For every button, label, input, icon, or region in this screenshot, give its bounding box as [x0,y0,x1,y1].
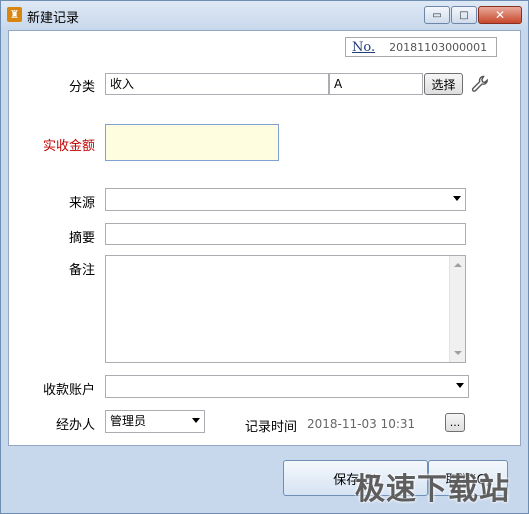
record-number-value: 20181103000001 [389,40,488,54]
amount-input[interactable] [105,124,279,161]
category-label: 分类 [68,80,95,95]
select-category-button[interactable]: 选择 [424,73,463,95]
chevron-down-icon [453,196,461,201]
handler-label: 经办人 [55,418,95,433]
title-bar[interactable]: ♜ 新建记录 ▭ □ ✕ [1,1,528,29]
record-time-value: 2018-11-03 10:31 [307,417,416,431]
minimize-button[interactable]: ▭ [424,6,450,24]
close-button[interactable]: ✕ [478,6,522,24]
chevron-down-icon [192,418,200,423]
app-logo-icon: ♜ [7,7,22,22]
record-number-box: No. 20181103000001 [345,37,497,57]
account-label: 收款账户 [42,383,95,398]
note-label: 备注 [68,263,95,278]
minimize-icon: ▭ [432,9,442,21]
watermark-text: 极速下载站 [355,472,510,507]
close-icon: ✕ [494,8,506,22]
record-number-label: No. [352,39,376,55]
window-controls: ▭ □ ✕ [423,6,522,24]
form-panel: No. 20181103000001 分类 收入 A 选择 实收金额 来源 摘要… [8,30,521,446]
account-dropdown[interactable] [105,375,469,398]
source-label: 来源 [68,196,95,211]
summary-input[interactable] [105,223,466,245]
dialog-window: ♜ 新建记录 ▭ □ ✕ No. 20181103000001 分类 收入 A … [0,0,529,514]
handler-dropdown[interactable]: 管理员 [105,410,205,433]
note-scrollbar[interactable] [449,256,465,362]
category-field[interactable]: 收入 [105,73,329,95]
wrench-icon[interactable] [470,74,490,94]
chevron-down-icon [456,383,464,388]
amount-label: 实收金额 [42,139,95,154]
summary-label: 摘要 [68,231,95,246]
note-textarea[interactable] [105,255,466,363]
scroll-down-icon[interactable] [454,351,462,355]
window-title: 新建记录 [27,11,80,26]
time-picker-button[interactable]: ... [445,413,465,432]
maximize-icon: □ [459,9,469,21]
handler-value: 管理员 [110,414,147,428]
maximize-button[interactable]: □ [451,6,477,24]
record-time-label: 记录时间 [245,420,298,435]
scroll-up-icon[interactable] [454,263,462,267]
category-code-field[interactable]: A [329,73,423,95]
source-dropdown[interactable] [105,188,466,211]
